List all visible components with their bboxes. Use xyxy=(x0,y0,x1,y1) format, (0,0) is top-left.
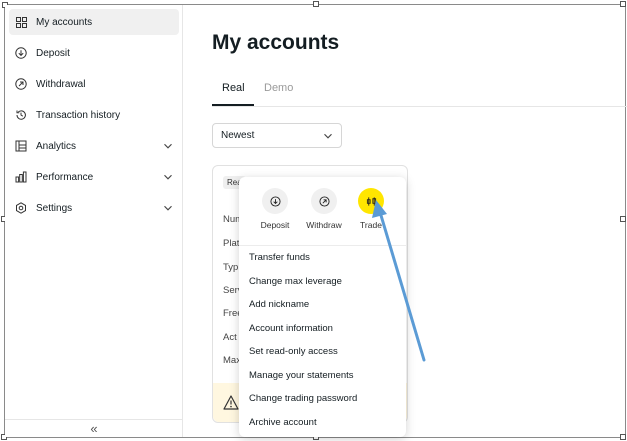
sidebar-item-label: Deposit xyxy=(36,47,70,59)
analytics-icon xyxy=(15,140,27,152)
sidebar-item-label: Transaction history xyxy=(36,109,121,121)
sort-select-value: Newest xyxy=(221,130,255,141)
sidebar-item-analytics[interactable]: Analytics xyxy=(9,133,179,159)
arrow-down-circle-icon xyxy=(262,188,288,214)
chevron-down-icon xyxy=(324,133,332,139)
bar-chart-icon xyxy=(15,171,27,183)
quick-action-label: Deposit xyxy=(260,220,290,230)
resize-handle-top[interactable] xyxy=(313,1,319,7)
double-chevron-left-icon: « xyxy=(90,421,98,436)
sidebar-item-label: Settings xyxy=(36,202,73,214)
tab-demo[interactable]: Demo xyxy=(264,82,293,94)
sidebar-item-label: Performance xyxy=(36,171,94,183)
sidebar-item-deposit[interactable]: Deposit xyxy=(9,40,179,66)
menu-item-change-max-leverage[interactable]: Change max leverage xyxy=(249,276,342,287)
resize-handle-br[interactable] xyxy=(620,434,626,440)
quick-action-deposit[interactable]: Deposit xyxy=(247,188,303,230)
gear-icon xyxy=(15,202,27,214)
chevron-down-icon xyxy=(164,174,172,180)
sort-select[interactable]: Newest xyxy=(212,123,342,148)
menu-item-archive-account[interactable]: Archive account xyxy=(249,417,317,428)
page-title: My accounts xyxy=(212,31,340,54)
tab-real[interactable]: Real xyxy=(222,82,245,94)
sidebar-item-transaction-history[interactable]: Transaction history xyxy=(9,102,179,128)
menu-item-transfer-funds[interactable]: Transfer funds xyxy=(249,252,310,263)
sidebar-item-withdrawal[interactable]: Withdrawal xyxy=(9,71,179,97)
menu-item-manage-statements[interactable]: Manage your statements xyxy=(249,370,354,381)
warning-icon xyxy=(223,395,239,410)
chevron-down-icon xyxy=(164,205,172,211)
sidebar-item-settings[interactable]: Settings xyxy=(9,195,179,221)
menu-item-account-information[interactable]: Account information xyxy=(249,323,333,334)
resize-handle-tr[interactable] xyxy=(620,1,626,7)
arrow-up-circle-icon xyxy=(15,78,27,90)
account-actions-menu: Deposit Withdraw Trade Transfer funds Ch… xyxy=(239,177,406,437)
arrow-up-circle-icon xyxy=(311,188,337,214)
sidebar-item-label: My accounts xyxy=(36,16,93,28)
card-field-label: Act xyxy=(223,332,237,343)
arrow-down-circle-icon xyxy=(15,47,27,59)
quick-action-label: Trade xyxy=(360,220,382,230)
tabs-divider xyxy=(212,106,627,107)
card-field-label: Typ xyxy=(223,262,239,273)
collapse-sidebar-button[interactable]: « xyxy=(5,419,183,437)
chevron-down-icon xyxy=(164,143,172,149)
quick-action-label: Withdraw xyxy=(306,220,342,230)
grid-icon xyxy=(15,16,27,28)
sidebar-item-performance[interactable]: Performance xyxy=(9,164,179,190)
sidebar: My accounts Deposit Withdrawal Transacti… xyxy=(5,5,183,437)
menu-item-change-trading-password[interactable]: Change trading password xyxy=(249,393,357,404)
resize-handle-right[interactable] xyxy=(620,216,626,222)
menu-item-set-read-only-access[interactable]: Set read-only access xyxy=(249,346,338,357)
history-icon xyxy=(15,109,27,121)
sidebar-item-my-accounts[interactable]: My accounts xyxy=(9,9,179,35)
menu-divider xyxy=(239,245,406,246)
sidebar-item-label: Analytics xyxy=(36,140,77,152)
sidebar-item-label: Withdrawal xyxy=(36,78,86,90)
quick-action-trade[interactable]: Trade xyxy=(343,188,399,230)
card-field-label: Plat xyxy=(223,238,240,249)
trade-icon xyxy=(358,188,384,214)
menu-item-add-nickname[interactable]: Add nickname xyxy=(249,299,309,310)
